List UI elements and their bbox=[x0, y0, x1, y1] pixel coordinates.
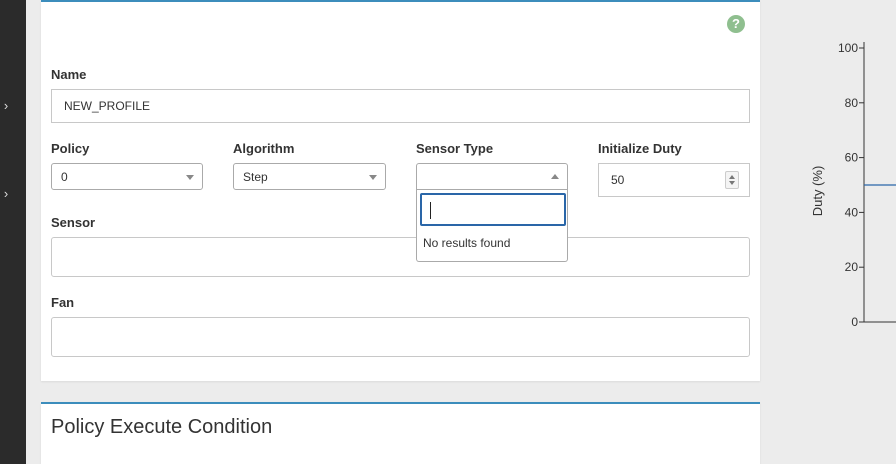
dropdown-arrow-icon bbox=[369, 175, 377, 180]
algorithm-select[interactable]: Step bbox=[233, 163, 386, 190]
algorithm-value: Step bbox=[243, 170, 268, 184]
policy-label: Policy bbox=[51, 141, 90, 156]
sensor-input[interactable] bbox=[51, 237, 750, 277]
y-axis-label: Duty (%) bbox=[810, 166, 825, 217]
fan-label: Fan bbox=[51, 295, 75, 310]
sensor-type-dropdown: No results found bbox=[416, 190, 568, 262]
sensor-type-select[interactable] bbox=[416, 163, 568, 190]
policy-execute-condition-card: Policy Execute Condition bbox=[41, 402, 760, 464]
algorithm-label: Algorithm bbox=[233, 141, 295, 156]
section-title: Policy Execute Condition bbox=[51, 416, 273, 438]
sidebar: › › bbox=[0, 0, 26, 464]
y-tick-label: 100 bbox=[838, 41, 858, 55]
chevron-right-icon[interactable]: › bbox=[0, 99, 12, 113]
initialize-duty-label: Initialize Duty bbox=[598, 141, 682, 156]
chevron-right-icon[interactable]: › bbox=[0, 187, 12, 201]
help-icon[interactable]: ? bbox=[727, 15, 745, 33]
sensor-type-label: Sensor Type bbox=[416, 141, 494, 156]
y-tick-label: 60 bbox=[845, 151, 859, 165]
name-value: NEW_PROFILE bbox=[64, 99, 151, 113]
number-stepper[interactable] bbox=[725, 171, 739, 189]
policy-select[interactable]: 0 bbox=[51, 163, 203, 190]
name-label: Name bbox=[51, 67, 87, 82]
initialize-duty-value: 50 bbox=[611, 173, 625, 187]
fan-input[interactable] bbox=[51, 317, 750, 357]
stepper-down-icon[interactable] bbox=[729, 181, 735, 185]
no-results-message: No results found bbox=[423, 236, 511, 250]
name-input[interactable]: NEW_PROFILE bbox=[51, 89, 750, 123]
stepper-up-icon[interactable] bbox=[729, 175, 735, 179]
policy-value: 0 bbox=[61, 170, 68, 184]
y-tick-label: 0 bbox=[851, 315, 858, 329]
text-caret bbox=[430, 202, 431, 219]
y-tick-label: 40 bbox=[845, 205, 859, 219]
duty-chart: Duty (%) 100 80 60 40 20 0 bbox=[810, 41, 896, 329]
dropdown-arrow-up-icon bbox=[551, 174, 559, 179]
sensor-label: Sensor bbox=[51, 215, 96, 230]
y-tick-label: 20 bbox=[845, 260, 859, 274]
initialize-duty-input[interactable]: 50 bbox=[598, 163, 750, 197]
y-tick-label: 80 bbox=[845, 96, 859, 110]
sensor-type-search-input[interactable] bbox=[420, 193, 566, 226]
dropdown-arrow-icon bbox=[186, 175, 194, 180]
